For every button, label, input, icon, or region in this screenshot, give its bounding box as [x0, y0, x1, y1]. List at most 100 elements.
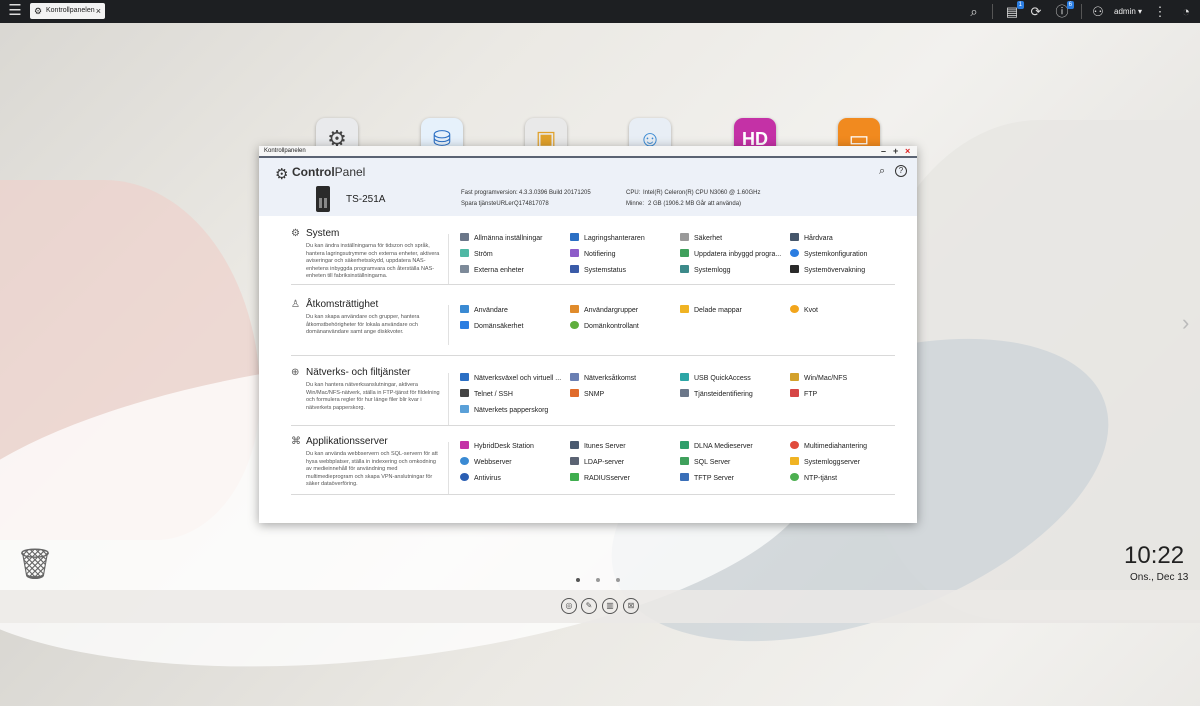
section-description: Du kan använda webbservern och SQL-serve… — [306, 451, 438, 487]
cpu-label: CPU: — [626, 190, 641, 196]
update-icon — [680, 249, 689, 257]
minimize-button[interactable]: – — [881, 146, 886, 156]
item-lagringshanteraren[interactable]: Lagringshanteraren — [570, 233, 675, 245]
search-icon[interactable]: ⌕ — [965, 3, 983, 20]
close-icon[interactable]: × — [96, 3, 101, 19]
window-titlebar[interactable]: Kontrollpanelen – + × — [259, 146, 917, 156]
item-label: RADIUSserver — [584, 475, 630, 482]
divider — [448, 305, 449, 345]
tab-kontrollpanelen[interactable]: ⚙ Kontrollpanelen × — [30, 3, 105, 19]
power-icon — [460, 249, 469, 257]
item-ntp-tjanst[interactable]: NTP-tjänst — [790, 473, 895, 485]
network-access-icon — [570, 373, 579, 381]
item-uppdatera-inbyggd[interactable]: Uppdatera inbyggd progra... — [680, 249, 785, 261]
item-domankontrollant[interactable]: Domänkontrollant — [570, 321, 675, 333]
item-label: SQL Server — [694, 459, 731, 466]
maximize-button[interactable]: + — [893, 146, 898, 156]
item-sql-server[interactable]: SQL Server — [680, 457, 785, 469]
item-snmp[interactable]: SNMP — [570, 389, 675, 401]
item-systemstatus[interactable]: Systemstatus — [570, 265, 675, 277]
group-icon — [570, 305, 579, 313]
item-tjansteidentifiering[interactable]: Tjänsteidentifiering — [680, 389, 785, 401]
item-antivirus[interactable]: Antivirus — [460, 473, 565, 485]
item-externa-enheter[interactable]: Externa enheter — [460, 265, 565, 277]
sync-icon[interactable]: ⟳ — [1027, 3, 1045, 20]
item-radiusserver[interactable]: RADIUSserver — [570, 473, 675, 485]
dashboard-icon[interactable]: ◔ — [1177, 3, 1195, 20]
item-systemlogg[interactable]: Systemlogg — [680, 265, 785, 277]
hardware-icon — [790, 233, 799, 241]
web-server-icon — [460, 457, 469, 465]
info-icon[interactable]: ⓘ 6 — [1053, 1, 1074, 20]
item-systemovervakning[interactable]: Systemövervakning — [790, 265, 895, 277]
control-panel-window: Kontrollpanelen – + × ⚙ ControlPanel ⌕ ?… — [259, 146, 917, 523]
clock-time: 10:22 — [1124, 542, 1185, 569]
user-menu[interactable]: admin ▾ — [1114, 0, 1142, 23]
more-icon[interactable]: ⋮ — [1151, 3, 1169, 20]
page-dot[interactable] — [576, 578, 580, 582]
item-label: Kvot — [804, 307, 819, 314]
item-natverkets-papperskorg[interactable]: Nätverkets papperskorg — [460, 405, 565, 417]
user-icon — [460, 305, 469, 313]
item-hybriddesk-station[interactable]: HybridDesk Station — [460, 441, 565, 453]
item-tftp-server[interactable]: TFTP Server — [680, 473, 785, 485]
network-icon: ⊕ — [291, 367, 300, 378]
usb-icon — [680, 373, 689, 381]
service-discovery-icon — [680, 389, 689, 397]
item-kvot[interactable]: Kvot — [790, 305, 895, 317]
item-win-mac-nfs[interactable]: Win/Mac/NFS — [790, 373, 895, 385]
item-systemloggserver[interactable]: Systemloggserver — [790, 457, 895, 469]
item-label: Uppdatera inbyggd progra... — [694, 251, 782, 258]
serial-label: Spara tjänsteURLer — [461, 201, 514, 207]
item-hardvara[interactable]: Hårdvara — [790, 233, 895, 245]
trash-icon[interactable]: 🗑 — [16, 547, 54, 581]
radius-icon — [570, 473, 579, 481]
item-delade-mappar[interactable]: Delade mappar — [680, 305, 785, 317]
item-dlna-medieserver[interactable]: DLNA Medieserver — [680, 441, 785, 453]
page-dot[interactable] — [596, 578, 600, 582]
storage-icon[interactable]: ▥ — [602, 598, 618, 614]
item-ftp[interactable]: FTP — [790, 389, 895, 401]
item-telnet-ssh[interactable]: Telnet / SSH — [460, 389, 565, 401]
item-label: NTP-tjänst — [804, 475, 838, 482]
item-label: Systemövervakning — [804, 267, 866, 274]
serial-value: Q174817078 — [514, 201, 549, 207]
user-icon[interactable]: ⚇ — [1089, 3, 1107, 20]
chevron-right-icon[interactable]: › — [1182, 310, 1189, 336]
item-natverksvaxel[interactable]: Nätverksväxel och virtuell ... — [460, 373, 565, 385]
item-sakerhet[interactable]: Säkerhet — [680, 233, 785, 245]
item-notifiering[interactable]: Notifiering — [570, 249, 675, 261]
item-label: Allmänna inställningar — [474, 235, 543, 242]
item-ldap-server[interactable]: LDAP-server — [570, 457, 675, 469]
item-webbserver[interactable]: Webbserver — [460, 457, 565, 469]
item-label: Systemkonfiguration — [804, 251, 868, 258]
item-multimediahantering[interactable]: Multimediahantering — [790, 441, 895, 453]
help-icon[interactable]: ? — [895, 165, 907, 177]
item-itunes-server[interactable]: Itunes Server — [570, 441, 675, 453]
tasks-icon[interactable]: ▤ 1 — [1003, 1, 1024, 20]
item-label: HybridDesk Station — [474, 443, 534, 450]
item-allmanna-installningar[interactable]: Allmänna inställningar — [460, 233, 565, 245]
item-label: Domänsäkerhet — [474, 323, 524, 330]
section-description: Du kan ändra inställningarna för tidszon… — [306, 243, 440, 279]
page-indicator[interactable] — [576, 573, 636, 585]
tools-icon[interactable]: ✎ — [581, 598, 597, 614]
item-natverksatkomst[interactable]: Nätverksåtkomst — [570, 373, 675, 385]
terminal-icon — [460, 389, 469, 397]
divider — [992, 4, 993, 19]
item-systemkonfiguration[interactable]: Systemkonfiguration — [790, 249, 895, 261]
item-anvandargrupper[interactable]: Användargrupper — [570, 305, 675, 317]
hamburger-icon[interactable]: ☰ — [6, 2, 24, 20]
item-anvandare[interactable]: Användare — [460, 305, 565, 317]
item-domansakerhet[interactable]: Domänsäkerhet — [460, 321, 565, 333]
tftp-icon — [680, 473, 689, 481]
settings-icon[interactable]: ⊠ — [623, 598, 639, 614]
page-dot[interactable] — [616, 578, 620, 582]
bottom-dock: ◎ ✎ ▥ ⊠ — [0, 590, 1200, 623]
model-name: TS-251A — [346, 194, 386, 205]
close-button[interactable]: × — [905, 146, 910, 156]
app-center-icon[interactable]: ◎ — [561, 598, 577, 614]
search-icon[interactable]: ⌕ — [879, 165, 885, 178]
item-strom[interactable]: Ström — [460, 249, 565, 261]
item-usb-quickaccess[interactable]: USB QuickAccess — [680, 373, 785, 385]
